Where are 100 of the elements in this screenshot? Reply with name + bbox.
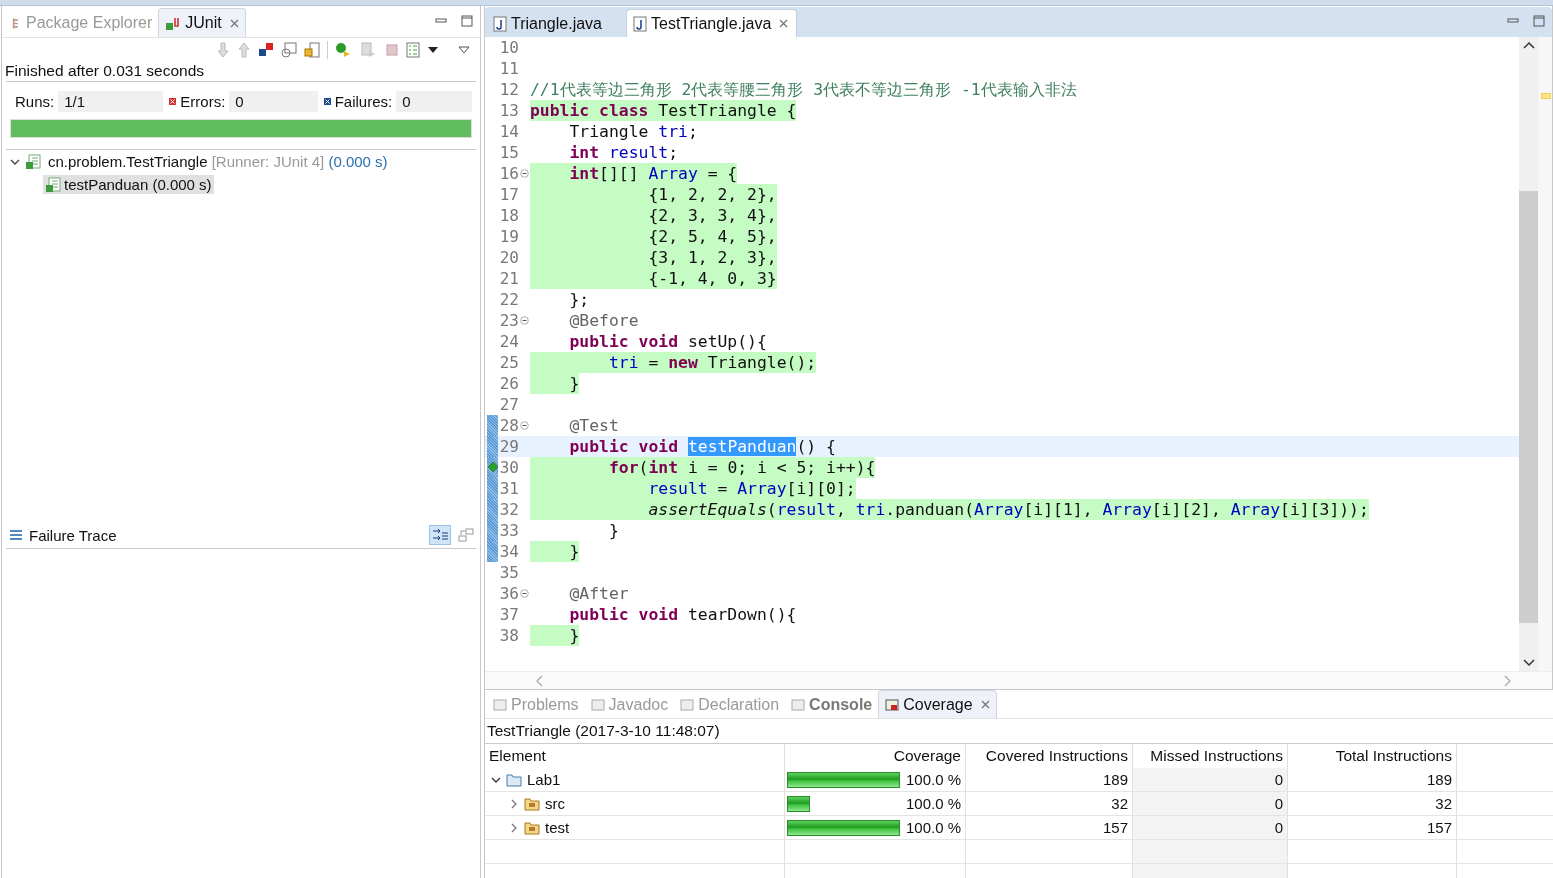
column-header[interactable]: Element [485,744,785,768]
junit-icon [165,15,182,31]
counter-value: 1/1 [58,91,164,112]
line-number: 15 [498,143,519,162]
element-name[interactable]: test [545,819,570,836]
editor-tab[interactable]: Triangle.java [487,10,626,37]
line-number: 25 [498,353,519,372]
element-name[interactable]: src [545,795,565,812]
column-header[interactable]: Coverage [785,744,966,768]
line-number: 35 [498,563,519,582]
code-line: int result; [568,142,679,163]
run-status: Finished after 0.031 seconds [4,62,206,81]
scroll-left-icon[interactable] [535,674,543,687]
tab-icon [680,697,695,712]
failure-trace-title: Failure Trace [29,526,117,544]
tree-item[interactable]: cn.problem.TestTriangle [Runner: JUnit 4] (0.000 s) [46,152,390,171]
line-number: 22 [498,290,519,309]
table-cell: 189 [1288,768,1457,791]
java-file-icon [493,15,507,32]
maximize-icon[interactable] [461,15,473,27]
line-number: 33 [498,521,519,540]
fold-icon[interactable] [520,169,529,178]
code-line: public void tearDown(){ [568,604,797,625]
view-tab[interactable]: Console [785,691,879,718]
line-number: 23 [498,311,519,330]
scroll-down-icon[interactable] [1522,659,1535,667]
filter-stack-icon[interactable] [429,525,451,545]
line-number: 32 [498,500,519,519]
compare-icon[interactable] [458,527,474,543]
close-icon[interactable] [980,700,990,709]
code-line: } [607,520,619,541]
line-number: 18 [498,206,519,225]
table-cell: 0 [1133,816,1288,839]
line-number: 31 [498,479,519,498]
code-line: }; [568,289,590,310]
failure-icon [323,98,331,105]
counter-value: 0 [229,91,318,112]
code-line: public void setUp(){ [568,331,767,352]
counter-value: 0 [396,91,472,112]
line-number: 27 [498,395,519,414]
line-number: 30 [498,458,519,477]
column-header[interactable]: Total Instructions [1288,744,1457,768]
dropdown-caret-icon[interactable] [427,46,439,54]
line-number: 34 [498,542,519,561]
table-cell: 0 [1133,792,1288,815]
code-line: //1代表等边三角形 2代表等腰三角形 3代表不等边三角形 -1代表输入非法 [530,79,1077,100]
history-icon[interactable] [304,42,320,58]
line-number: 12 [498,80,519,99]
view-tab[interactable]: JUnit [158,8,246,37]
column-header[interactable]: Covered Instructions [966,744,1133,768]
code-line: @Test [568,415,619,436]
fold-icon[interactable] [520,589,529,598]
fold-icon[interactable] [520,316,529,325]
session-title: TestTriangle (2017-3-10 11:48:07) [486,721,721,741]
line-number: 10 [498,38,519,57]
view-menu-icon[interactable] [458,46,470,54]
coverage-value: 100.0 % [905,795,961,812]
close-icon[interactable] [779,19,789,28]
scroll-up-icon[interactable] [1522,41,1535,49]
fold-icon[interactable] [520,421,529,430]
line-number: 20 [498,248,519,267]
coverage-value: 100.0 % [905,771,961,788]
coverage-value: 100.0 % [905,819,961,836]
tab-icon [493,697,507,712]
list-icon [10,530,22,540]
line-number: 21 [498,269,519,288]
counter-label: Runs: [15,93,55,110]
maximize-icon[interactable] [1533,15,1545,27]
horizontal-scrollbar[interactable] [485,671,1552,689]
code-line: @Before [568,310,639,331]
editor-tab[interactable]: TestTriangle.java [626,9,798,37]
line-number: 38 [498,626,519,645]
line-number: 29 [498,437,519,456]
tab-icon [590,697,605,712]
line-number: 14 [498,122,519,141]
code-line: @After [568,583,629,604]
line-number: 28 [498,416,519,435]
test-icon [45,176,61,193]
scroll-lock-icon[interactable] [281,42,297,58]
view-tab[interactable]: Coverage [878,690,997,718]
tab-icon [885,697,900,712]
line-number: 19 [498,227,519,246]
warning-marker[interactable] [1541,93,1551,99]
line-number: 26 [498,374,519,393]
counter-label: Errors: [180,93,226,110]
error-icon [169,98,177,105]
line-number: 17 [498,185,519,204]
test-suite-icon [25,153,41,170]
line-number: 37 [498,605,519,624]
close-icon[interactable] [229,18,239,28]
tree-item[interactable]: testPanduan (0.000 s) [43,175,214,194]
vertical-scrollbar[interactable] [1519,37,1538,671]
table-cell: 157 [1288,816,1457,839]
table-cell: 32 [1288,792,1457,815]
code-line: Triangle tri; [568,121,698,142]
tab-icon [791,697,806,712]
scroll-right-icon[interactable] [1504,674,1512,687]
line-number: 36 [498,584,519,603]
element-name[interactable]: Lab1 [527,771,561,788]
failures-only-icon[interactable] [258,42,274,58]
